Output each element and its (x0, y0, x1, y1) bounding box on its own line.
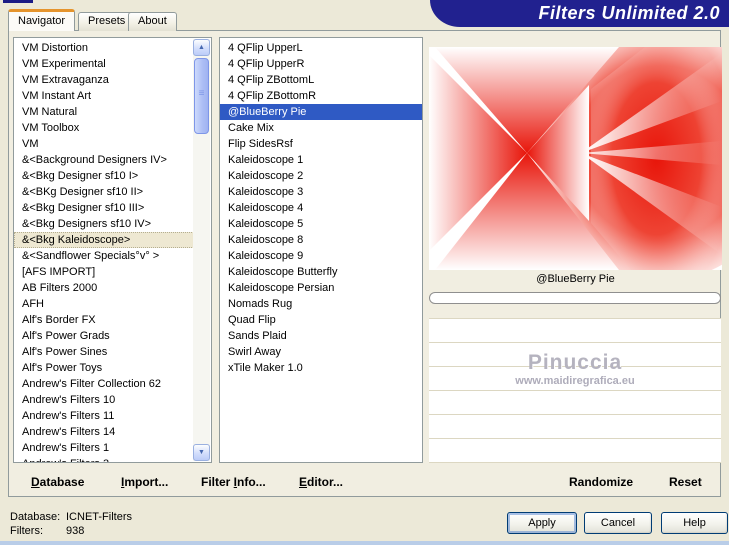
list-item[interactable]: VM Natural (14, 104, 194, 120)
cancel-button[interactable]: Cancel (584, 512, 652, 534)
filters-status-label: Filters: (10, 525, 43, 537)
list-item[interactable]: AB Filters 2000 (14, 280, 194, 296)
list-item[interactable]: Kaleidoscope 2 (220, 168, 422, 184)
list-item[interactable]: Flip SidesRsf (220, 136, 422, 152)
navigator-scrollbar[interactable]: ▲ ▼ (193, 39, 210, 461)
parameter-slider[interactable] (429, 292, 721, 304)
database-status-value: ICNET-Filters (66, 511, 132, 523)
title-banner: Filters Unlimited 2.0 (430, 0, 729, 27)
list-item[interactable]: &<Bkg Designer sf10 I> (14, 168, 194, 184)
list-item[interactable]: Kaleidoscope Persian (220, 280, 422, 296)
list-item[interactable]: 4 QFlip UpperR (220, 56, 422, 72)
list-item[interactable]: &<Bkg Kaleidoscope> (14, 232, 194, 248)
filter-info-button[interactable]: Filter Info... (201, 475, 266, 489)
preview-panel: @BlueBerry Pie Pinuccia www.maidiregrafi… (429, 31, 722, 489)
list-item[interactable]: Andrew's Filter Collection 62 (14, 376, 194, 392)
list-item[interactable]: Andrew's Filters 11 (14, 408, 194, 424)
scroll-up-icon[interactable]: ▲ (193, 39, 210, 56)
list-item[interactable]: Andrew's Filters 3 (14, 456, 194, 462)
list-item[interactable]: Kaleidoscope 8 (220, 232, 422, 248)
tab-about[interactable]: About (128, 12, 177, 31)
list-item[interactable]: &<BKg Designer sf10 II> (14, 184, 194, 200)
list-item[interactable]: Sands Plaid (220, 328, 422, 344)
list-item[interactable]: Kaleidoscope 3 (220, 184, 422, 200)
list-item[interactable]: VM Toolbox (14, 120, 194, 136)
list-item[interactable]: &<Bkg Designers sf10 IV> (14, 216, 194, 232)
parameter-area: Pinuccia www.maidiregrafica.eu (429, 318, 721, 463)
watermark: Pinuccia www.maidiregrafica.eu (429, 351, 721, 387)
list-item[interactable]: Kaleidoscope Butterfly (220, 264, 422, 280)
list-item[interactable]: VM (14, 136, 194, 152)
list-item[interactable]: Cake Mix (220, 120, 422, 136)
import-button[interactable]: Import... (121, 475, 168, 489)
window-frame-sliver (3, 0, 33, 3)
editor-button[interactable]: Editor... (299, 475, 343, 489)
list-item[interactable]: [AFS IMPORT] (14, 264, 194, 280)
list-item[interactable]: Kaleidoscope 4 (220, 200, 422, 216)
help-button[interactable]: Help (661, 512, 728, 534)
selected-filter-caption: @BlueBerry Pie (536, 273, 615, 285)
list-item[interactable]: AFH (14, 296, 194, 312)
list-item[interactable]: &<Sandflower Specials°v° > (14, 248, 194, 264)
list-item[interactable]: Kaleidoscope 1 (220, 152, 422, 168)
list-item[interactable]: 4 QFlip UpperL (220, 40, 422, 56)
reset-button[interactable]: Reset (669, 475, 702, 489)
scroll-down-icon[interactable]: ▼ (193, 444, 210, 461)
database-status-label: Database: (10, 511, 61, 523)
list-item[interactable]: Alf's Power Toys (14, 360, 194, 376)
list-item[interactable]: Alf's Border FX (14, 312, 194, 328)
list-item[interactable]: VM Distortion (14, 40, 194, 56)
watermark-url: www.maidiregrafica.eu (515, 375, 635, 387)
tab-navigator[interactable]: Navigator (8, 9, 76, 31)
filters-status-value: 938 (66, 525, 85, 537)
list-item[interactable]: Kaleidoscope 5 (220, 216, 422, 232)
list-item[interactable]: 4 QFlip ZBottomL (220, 72, 422, 88)
list-item[interactable]: VM Instant Art (14, 88, 194, 104)
list-item[interactable]: Swirl Away (220, 344, 422, 360)
watermark-name: Pinuccia (527, 351, 623, 374)
list-item[interactable]: 4 QFlip ZBottomR (220, 88, 422, 104)
list-item[interactable]: @BlueBerry Pie (220, 104, 422, 120)
scrollbar-thumb[interactable] (194, 58, 209, 134)
list-item[interactable]: Alf's Power Sines (14, 344, 194, 360)
list-item[interactable]: Nomads Rug (220, 296, 422, 312)
preview-image (429, 47, 722, 270)
navigator-tab-page: VM Distortion VM Experimental VM Extravaga… (8, 30, 722, 497)
apply-button[interactable]: Apply (507, 512, 577, 534)
list-item[interactable]: &<Bkg Designer sf10 III> (14, 200, 194, 216)
window-edge (0, 541, 729, 545)
list-item[interactable]: Andrew's Filters 10 (14, 392, 194, 408)
app-title: Filters Unlimited 2.0 (538, 3, 720, 23)
tab-presets[interactable]: Presets (78, 12, 136, 31)
list-item[interactable]: VM Extravaganza (14, 72, 194, 88)
list-item[interactable]: Quad Flip (220, 312, 422, 328)
navigator-list[interactable]: VM Distortion VM Experimental VM Extravaga… (13, 37, 212, 463)
list-item[interactable]: Kaleidoscope 9 (220, 248, 422, 264)
list-item[interactable]: Andrew's Filters 1 (14, 440, 194, 456)
database-button[interactable]: Database (31, 475, 84, 489)
filters-unlimited-window: Filters Unlimited 2.0 Navigator Presets … (0, 0, 729, 545)
list-item[interactable]: Alf's Power Grads (14, 328, 194, 344)
randomize-button[interactable]: Randomize (569, 475, 633, 489)
filter-list[interactable]: 4 QFlip UpperL 4 QFlip UpperR 4 QFlip ZBot… (219, 37, 423, 463)
list-item[interactable]: xTile Maker 1.0 (220, 360, 422, 376)
list-item[interactable]: VM Experimental (14, 56, 194, 72)
kaleidoscope-preview-art (429, 47, 722, 270)
list-item[interactable]: &<Background Designers IV> (14, 152, 194, 168)
list-item[interactable]: Andrew's Filters 14 (14, 424, 194, 440)
